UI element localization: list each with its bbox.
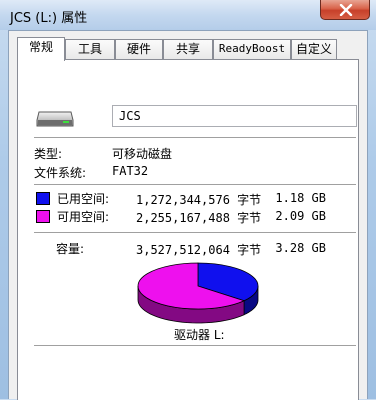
close-icon: [339, 4, 353, 16]
free-space-size: 2.09 GB: [275, 209, 326, 223]
separator: [34, 345, 356, 346]
type-value: 可移动磁盘: [112, 147, 173, 161]
free-space-label: 可用空间:: [57, 210, 110, 224]
general-panel: JCS 类型: 可移动磁盘 文件系统: FAT32 已用空间: 1,272,34…: [17, 59, 359, 400]
type-label: 类型:: [34, 147, 63, 161]
tab-sharing[interactable]: 共享: [163, 39, 213, 59]
separator: [34, 232, 356, 233]
capacity-label: 容量:: [56, 242, 85, 256]
tab-customize[interactable]: 自定义: [291, 39, 337, 59]
tab-readyboost[interactable]: ReadyBoost: [213, 39, 291, 59]
filesystem-label: 文件系统:: [34, 166, 87, 180]
used-space-label: 已用空间:: [57, 192, 110, 206]
window-title: JCS (L:) 属性: [10, 11, 88, 26]
separator: [34, 184, 356, 185]
dialog-body: 常规 工具 硬件 共享 ReadyBoost 自定义 JCS 类型: 可移动磁盘…: [8, 30, 368, 400]
drive-label: 驱动器 L:: [174, 328, 225, 342]
used-space-bytes: 1,272,344,576 字节: [136, 193, 262, 207]
free-space-swatch: [36, 210, 50, 223]
tab-hardware[interactable]: 硬件: [115, 39, 163, 59]
free-space-bytes: 2,255,167,488 字节: [136, 211, 262, 225]
filesystem-value: FAT32: [112, 164, 149, 178]
used-space-swatch: [36, 192, 50, 205]
volume-name-input[interactable]: JCS: [112, 105, 357, 127]
tab-tools[interactable]: 工具: [65, 39, 115, 59]
capacity-size: 3.28 GB: [275, 241, 326, 255]
used-space-size: 1.18 GB: [275, 191, 326, 205]
tab-general[interactable]: 常规: [17, 37, 65, 61]
capacity-bytes: 3,527,512,064 字节: [136, 243, 262, 257]
separator: [34, 137, 356, 138]
title-bar[interactable]: JCS (L:) 属性: [0, 0, 376, 30]
disk-usage-pie-chart: [137, 262, 259, 324]
removable-drive-icon: [36, 111, 74, 127]
close-button[interactable]: [320, 0, 370, 20]
